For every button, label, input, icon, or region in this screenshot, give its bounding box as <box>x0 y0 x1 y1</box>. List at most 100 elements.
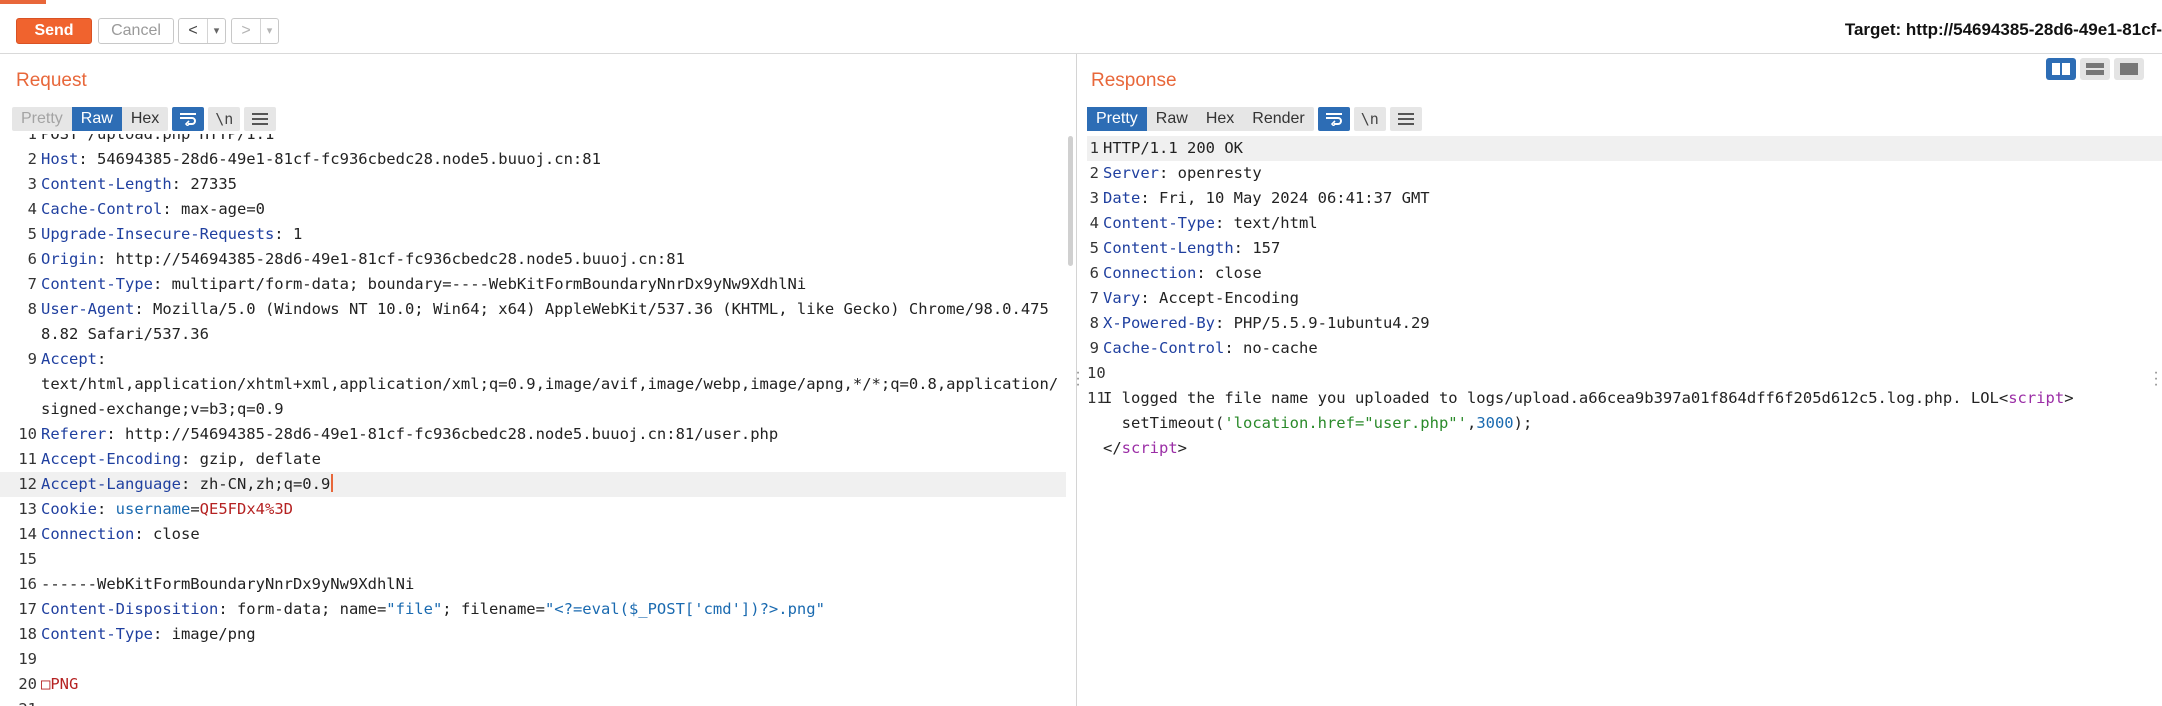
line-content: Content-Type: multipart/form-data; bound… <box>41 272 1066 297</box>
request-line[interactable]: 13 Cookie: username=QE5FDx4%3D <box>0 497 1066 522</box>
code-token: : 1 <box>274 225 303 243</box>
response-line[interactable]: 6 Connection: close <box>1087 261 2162 286</box>
line-number: 3 <box>27 175 37 193</box>
menu-icon[interactable] <box>244 107 277 131</box>
line-content: POST /upload.php HTTP/1.1 <box>41 134 1066 147</box>
line-number: 5 <box>1089 239 1099 257</box>
repeater-toolbar: Send Cancel < ▾ > ▾ Target: http://54694… <box>0 8 2162 54</box>
code-token: : 54694385-28d6-49e1-81cf-fc936cbedc28.n… <box>78 150 601 168</box>
back-dropdown-icon[interactable]: ▾ <box>207 19 225 43</box>
response-tab-render[interactable]: Render <box>1243 107 1313 131</box>
line-content: Accept-Encoding: gzip, deflate <box>41 447 1066 472</box>
code-token: : http://54694385-28d6-49e1-81cf-fc936cb… <box>97 250 685 268</box>
code-token: : 157 <box>1233 239 1281 257</box>
response-line[interactable]: 11 I logged the file name you uploaded to… <box>1087 386 2162 461</box>
request-line[interactable]: 19 <box>0 647 1066 672</box>
response-line[interactable]: 1 HTTP/1.1 200 OK <box>1087 136 2162 161</box>
response-line[interactable]: 3 Date: Fri, 10 May 2024 06:41:37 GMT <box>1087 186 2162 211</box>
line-number: 12 <box>18 475 37 493</box>
code-token: X-Powered-By <box>1103 314 1215 332</box>
response-tab-hex[interactable]: Hex <box>1197 107 1243 131</box>
active-tab-indicator <box>0 0 46 4</box>
request-line[interactable]: 14 Connection: close <box>0 522 1066 547</box>
request-line[interactable]: 18 Content-Type: image/png <box>0 622 1066 647</box>
request-line[interactable]: 20 □PNG <box>0 672 1066 697</box>
response-line[interactable]: 7 Vary: Accept-Encoding <box>1087 286 2162 311</box>
line-number: 8 <box>1089 314 1099 332</box>
line-content: Accept: text/html,application/xhtml+xml,… <box>41 347 1066 422</box>
line-content: Content-Type: image/png <box>41 622 1066 647</box>
line-number: 19 <box>18 650 37 668</box>
line-content: Content-Length: 27335 <box>41 172 1066 197</box>
response-line[interactable]: 9 Cache-Control: no-cache <box>1087 336 2162 361</box>
line-number: 17 <box>18 600 37 618</box>
request-line[interactable]: 16 ------WebKitFormBoundaryNnrDx9yNw9Xdhl… <box>0 572 1066 597</box>
request-line[interactable]: 6 Origin: http://54694385-28d6-49e1-81cf-… <box>0 247 1066 272</box>
response-tab-pretty[interactable]: Pretty <box>1087 107 1147 131</box>
code-token: Content-Type <box>41 625 153 643</box>
request-scrollbar[interactable] <box>1068 136 1073 266</box>
code-token: script <box>1121 439 1178 457</box>
line-content: Server: openresty <box>1103 161 2162 186</box>
response-line[interactable]: 10 <box>1087 361 2162 386</box>
response-line[interactable]: 5 Content-Length: 157 <box>1087 236 2162 261</box>
line-content: Content-Type: text/html <box>1103 211 2162 236</box>
request-line[interactable]: 15 <box>0 547 1066 572</box>
code-token: : text/html,application/xhtml+xml,applic… <box>41 350 1059 418</box>
target-url[interactable]: Target: http://54694385-28d6-49e1-81cf- <box>1845 20 2162 40</box>
menu-icon[interactable] <box>1389 107 1422 131</box>
code-token: : openresty <box>1159 164 1262 182</box>
request-line[interactable]: 12 Accept-Language: zh-CN,zh;q=0.9 <box>0 472 1066 497</box>
code-token: QE5FDx4%3D <box>199 500 293 518</box>
divider-grip-icon[interactable]: · · · <box>1074 365 1082 393</box>
line-content: X-Powered-By: PHP/5.5.9-1ubuntu4.29 <box>1103 311 2162 336</box>
request-line[interactable]: 10 Referer: http://54694385-28d6-49e1-81c… <box>0 422 1066 447</box>
code-token: Origin <box>41 250 97 268</box>
request-line[interactable]: 3 Content-Length: 27335 <box>0 172 1066 197</box>
response-line[interactable]: 8 X-Powered-By: PHP/5.5.9-1ubuntu4.29 <box>1087 311 2162 336</box>
newline-icon[interactable]: \n <box>1353 107 1386 131</box>
request-line[interactable]: 4 Cache-Control: max-age=0 <box>0 197 1066 222</box>
request-line[interactable]: 21 <box>0 697 1066 706</box>
right-edge-grip-icon[interactable]: · · · <box>2152 365 2160 393</box>
request-line[interactable]: 5 Upgrade-Insecure-Requests: 1 <box>0 222 1066 247</box>
back-arrow-icon[interactable]: < <box>179 19 207 43</box>
forward-arrow-icon[interactable]: > <box>232 19 260 43</box>
response-line[interactable]: 2 Server: openresty <box>1087 161 2162 186</box>
word-wrap-icon[interactable] <box>1317 107 1350 131</box>
request-line[interactable]: 1 POST /upload.php HTTP/1.1 <box>0 134 1066 147</box>
request-tab-raw[interactable]: Raw <box>71 107 122 131</box>
line-number: 18 <box>18 625 37 643</box>
newline-icon[interactable]: \n <box>208 107 241 131</box>
response-editor[interactable]: 1 HTTP/1.1 200 OK 2 Server: openresty 3 Date:… <box>1087 134 2162 706</box>
cancel-button[interactable]: Cancel <box>98 18 174 44</box>
request-line[interactable]: 7 Content-Type: multipart/form-data; boun… <box>0 272 1066 297</box>
request-view-tabs: Pretty Raw Hex <box>12 107 169 131</box>
line-number: 7 <box>27 275 37 293</box>
code-token: □PNG <box>41 675 79 693</box>
word-wrap-icon[interactable] <box>172 107 205 131</box>
code-token: : Fri, 10 May 2024 06:41:37 GMT <box>1140 189 1430 207</box>
code-token: : http://54694385-28d6-49e1-81cf-fc936cb… <box>106 425 779 443</box>
request-tab-hex[interactable]: Hex <box>122 107 168 131</box>
code-token: POST /upload.php HTTP/1.1 <box>41 134 275 143</box>
request-line[interactable]: 11 Accept-Encoding: gzip, deflate <box>0 447 1066 472</box>
request-line[interactable]: 2 Host: 54694385-28d6-49e1-81cf-fc936cbed… <box>0 147 1066 172</box>
line-content: □PNG <box>41 672 1066 697</box>
request-line[interactable]: 9 Accept: text/html,application/xhtml+xml… <box>0 347 1066 422</box>
line-content: Cookie: username=QE5FDx4%3D <box>41 497 1066 522</box>
line-content <box>41 697 1066 706</box>
response-tab-raw[interactable]: Raw <box>1147 107 1197 131</box>
request-tab-pretty[interactable]: Pretty <box>12 107 72 131</box>
line-number: 1 <box>27 134 37 143</box>
request-editor[interactable]: 1 POST /upload.php HTTP/1.1 2 Host: 5469438… <box>0 134 1066 706</box>
send-button[interactable]: Send <box>16 18 92 44</box>
line-number: 6 <box>27 250 37 268</box>
response-lines: 1 HTTP/1.1 200 OK 2 Server: openresty 3 Date:… <box>1087 136 2162 461</box>
response-line[interactable]: 4 Content-Type: text/html <box>1087 211 2162 236</box>
code-token: Cache-Control <box>1103 339 1225 357</box>
code-token: : Mozilla/5.0 (Windows NT 10.0; Win64; x… <box>41 300 1049 343</box>
request-line[interactable]: 17 Content-Disposition: form-data; name="… <box>0 597 1066 622</box>
request-line[interactable]: 8 User-Agent: Mozilla/5.0 (Windows NT 10.… <box>0 297 1066 347</box>
forward-dropdown-icon[interactable]: ▾ <box>260 19 278 43</box>
